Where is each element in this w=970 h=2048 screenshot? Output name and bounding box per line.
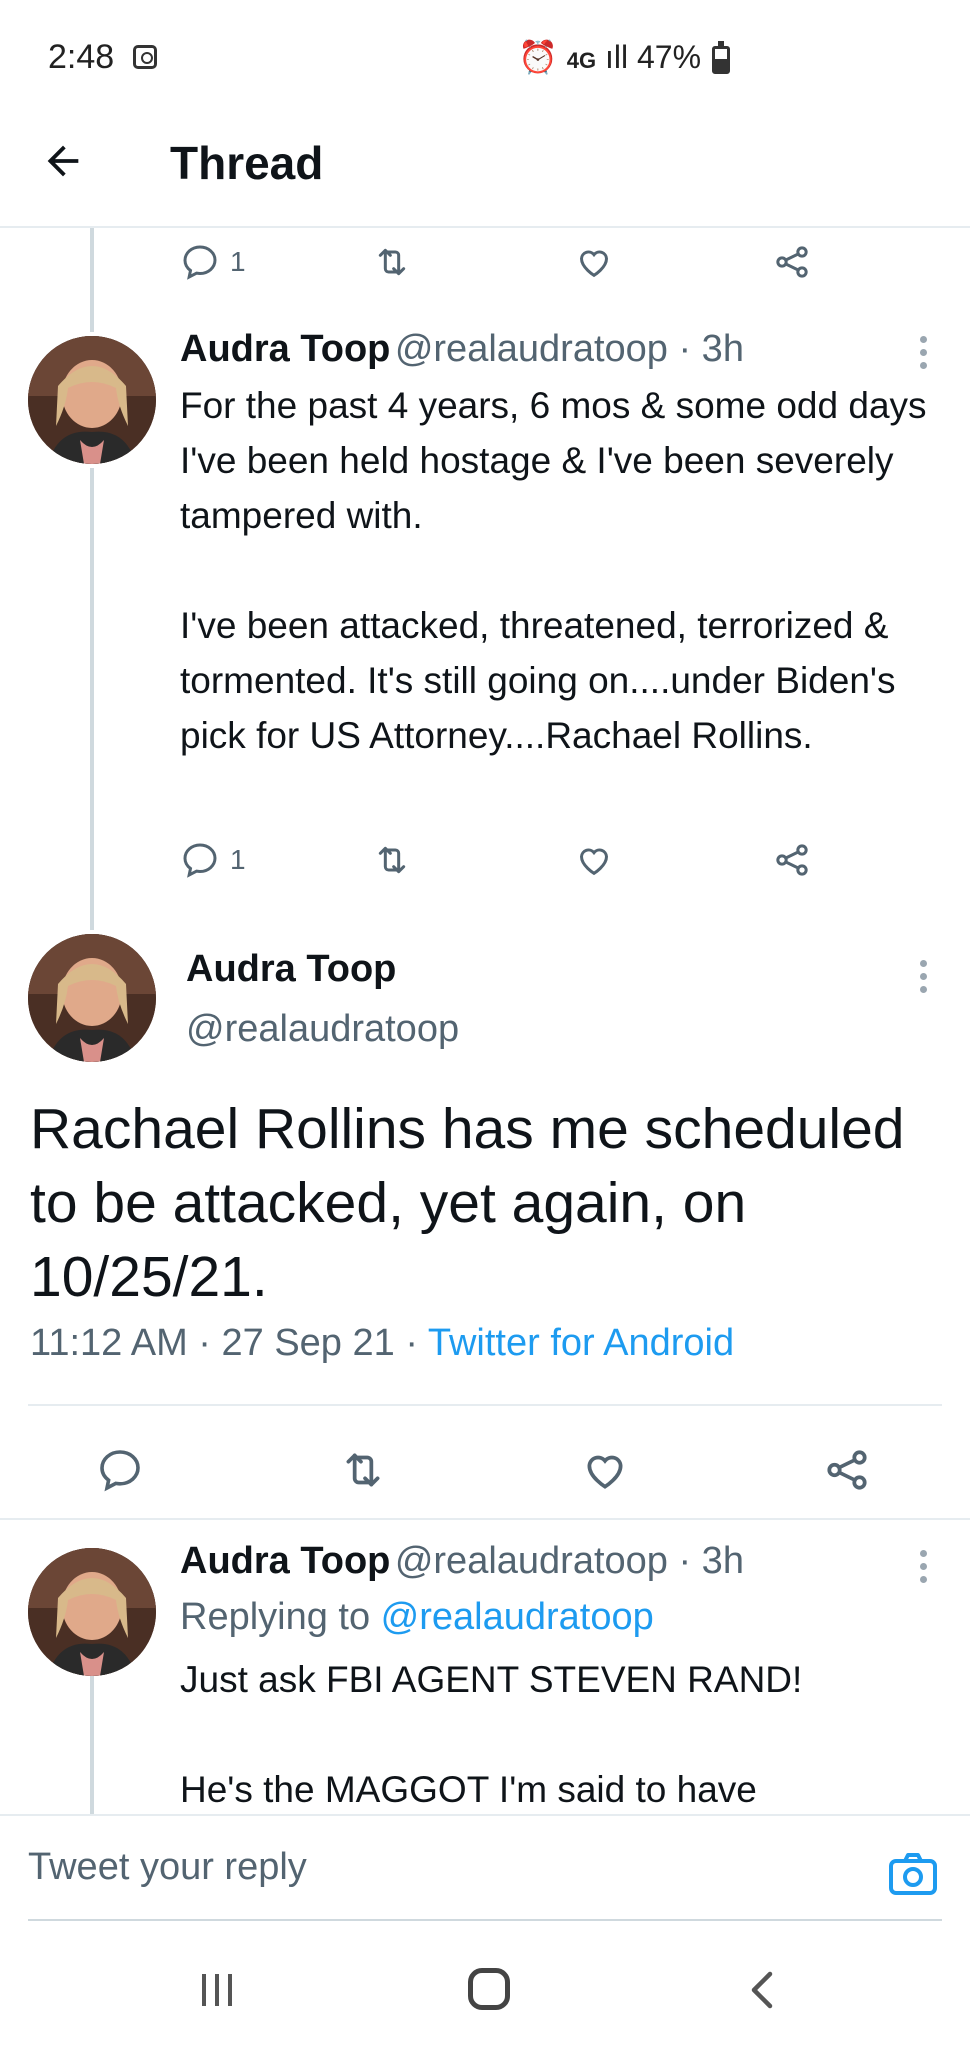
tweet-text: Just ask FBI AGENT STEVEN RAND! He's the… xyxy=(180,1659,803,1810)
thread-connector xyxy=(90,1676,94,1814)
reply-count: 1 xyxy=(230,246,246,277)
tweet-actions: 1 xyxy=(180,240,840,284)
author-name[interactable]: Audra Toop xyxy=(186,948,396,991)
camera-icon[interactable] xyxy=(888,1852,938,1896)
more-options-icon[interactable] xyxy=(918,960,928,996)
author-name[interactable]: Audra Toop xyxy=(180,328,390,370)
reply-icon xyxy=(183,843,217,878)
share-icon xyxy=(827,1450,867,1490)
heart-icon xyxy=(587,1455,623,1489)
tweet-header: Audra Toop @realaudratoop · 3h xyxy=(180,1540,744,1583)
replying-to-label: Replying to xyxy=(180,1596,381,1638)
reply-button[interactable]: 1 xyxy=(180,240,246,284)
avatar[interactable] xyxy=(28,1548,156,1676)
avatar-image xyxy=(28,336,156,464)
author-meta: @realaudratoop · 3h xyxy=(394,1540,744,1582)
battery-icon xyxy=(712,46,730,74)
avatar[interactable] xyxy=(28,934,156,1062)
avatar-image xyxy=(28,934,156,1062)
heart-icon xyxy=(579,848,609,876)
like-button[interactable] xyxy=(574,838,614,882)
share-button[interactable] xyxy=(822,1440,872,1500)
back-arrow-icon[interactable] xyxy=(40,138,86,184)
header-divider xyxy=(0,226,970,228)
author-handle[interactable]: @realaudratoop xyxy=(186,1008,459,1051)
back-nav-icon[interactable] xyxy=(744,1970,778,2010)
composer-divider xyxy=(0,1814,970,1816)
signal-icon: ıll xyxy=(604,39,629,75)
network-icon: 4G xyxy=(566,48,597,73)
divider xyxy=(0,1518,970,1520)
retweet-icon xyxy=(346,1453,380,1487)
reply-button[interactable]: 1 xyxy=(180,838,246,882)
reply-count: 1 xyxy=(230,844,246,875)
retweet-button[interactable] xyxy=(372,240,412,284)
reply-underline xyxy=(28,1919,942,1921)
battery-percent: 47% xyxy=(636,39,702,75)
reply-icon xyxy=(183,245,217,280)
reply-icon xyxy=(100,1450,140,1492)
thread-connector xyxy=(90,468,94,930)
status-indicators: ⏰ 4G ıll 47% xyxy=(518,38,701,76)
like-button[interactable] xyxy=(580,1440,630,1500)
tweet-timestamp: 11:12 AM · 27 Sep 21 · Twitter for Andro… xyxy=(30,1322,734,1365)
retweet-button[interactable] xyxy=(338,1440,388,1500)
retweet-icon xyxy=(378,846,406,874)
tweet-actions: 1 xyxy=(180,838,840,882)
page-title: Thread xyxy=(170,137,324,189)
author-name[interactable]: Audra Toop xyxy=(180,1540,390,1582)
thread-connector xyxy=(90,228,94,332)
recent-apps-icon[interactable] xyxy=(198,1972,236,2008)
share-icon xyxy=(776,844,808,876)
divider xyxy=(28,1404,942,1406)
tweet-header: Audra Toop @realaudratoop · 3h xyxy=(180,328,744,371)
like-button[interactable] xyxy=(574,240,614,284)
share-button[interactable] xyxy=(772,240,812,284)
notification-icon xyxy=(133,45,157,69)
retweet-button[interactable] xyxy=(372,838,412,882)
replying-to: Replying to @realaudratoop xyxy=(180,1596,654,1639)
tweet-text: For the past 4 years, 6 mos & some odd d… xyxy=(180,385,927,756)
more-options-icon[interactable] xyxy=(918,1550,928,1586)
focus-tweet-actions xyxy=(0,1440,970,1500)
replying-to-handle[interactable]: @realaudratoop xyxy=(381,1596,654,1638)
home-icon[interactable] xyxy=(468,1968,510,2010)
avatar-image xyxy=(28,1548,156,1676)
status-time: 2:48 xyxy=(48,38,115,76)
author-meta: @realaudratoop · 3h xyxy=(394,328,744,370)
more-options-icon[interactable] xyxy=(918,336,928,372)
reply-input[interactable]: Tweet your reply xyxy=(28,1846,307,1889)
reply-button[interactable] xyxy=(96,1440,144,1500)
retweet-icon xyxy=(378,248,406,276)
share-button[interactable] xyxy=(772,838,812,882)
avatar[interactable] xyxy=(28,336,156,464)
tweet-datetime: 11:12 AM · 27 Sep 21 · xyxy=(30,1322,428,1364)
tweet-text: Rachael Rollins has me scheduled to be a… xyxy=(30,1097,905,1309)
alarm-icon: ⏰ xyxy=(518,39,558,75)
tweet-source-link[interactable]: Twitter for Android xyxy=(428,1322,734,1364)
share-icon xyxy=(776,246,808,278)
heart-icon xyxy=(579,250,609,278)
